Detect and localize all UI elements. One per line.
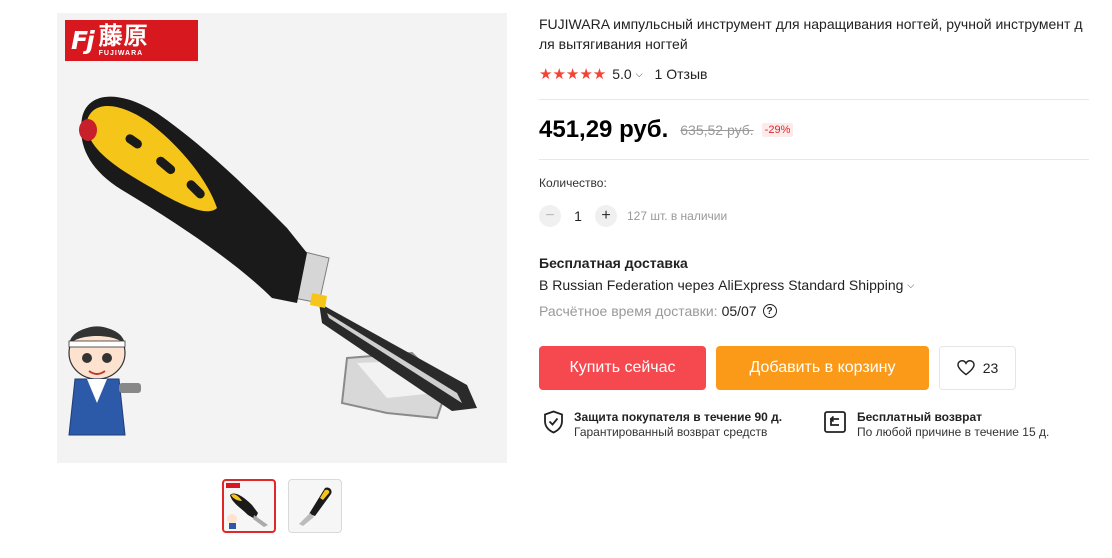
heart-icon bbox=[956, 360, 975, 376]
quantity-plus-button[interactable]: + bbox=[595, 205, 617, 227]
quantity-minus-button[interactable]: − bbox=[539, 205, 561, 227]
stock-count: 127 шт. в наличии bbox=[627, 209, 728, 223]
delivery-estimate: Расчётное время доставки: 05/07 ? bbox=[539, 303, 777, 319]
delivery-date: 05/07 bbox=[721, 303, 757, 319]
thumbnail-2[interactable] bbox=[288, 479, 342, 533]
current-price: 451,29 руб. bbox=[539, 116, 669, 143]
wishlist-count: 23 bbox=[982, 360, 999, 376]
return-arrow-icon bbox=[824, 411, 846, 433]
thumbnail-2-image bbox=[299, 487, 332, 526]
quantity-stepper: − 1 + 127 шт. в наличии bbox=[539, 205, 727, 227]
brand-logo-mark: Fj bbox=[71, 26, 95, 55]
product-title: FUJIWARA импульсный инструмент для наращ… bbox=[539, 16, 1083, 52]
price-row: 451,29 руб. 635,52 руб. -29% bbox=[539, 116, 794, 144]
shipping-method[interactable]: В Russian Federation через AliExpress St… bbox=[539, 277, 914, 293]
rating-row: ★★★★★ 5.0 ⌵ 1 Отзыв bbox=[539, 65, 1090, 83]
shield-check-icon bbox=[544, 410, 563, 434]
divider bbox=[539, 99, 1089, 100]
quantity-value[interactable]: 1 bbox=[561, 208, 595, 224]
reviews-link[interactable]: 1 Отзыв bbox=[655, 66, 708, 82]
shipping-title: Бесплатная доставка bbox=[539, 255, 688, 271]
buyer-protection: Защита покупателя в течение 90 д. Гарант… bbox=[543, 410, 782, 440]
divider bbox=[539, 159, 1089, 160]
delivery-label: Расчётное время доставки: bbox=[539, 303, 718, 319]
buy-now-button[interactable]: Купить сейчас bbox=[539, 346, 706, 390]
rating-value[interactable]: 5.0 bbox=[612, 66, 631, 82]
shipping-route[interactable]: В Russian Federation через AliExpress St… bbox=[539, 277, 903, 293]
chevron-down-icon[interactable]: ⌵ bbox=[907, 280, 914, 291]
brand-logo-cn: 藤原 bbox=[98, 22, 149, 50]
wishlist-button[interactable]: 23 bbox=[939, 346, 1016, 390]
rating-stars: ★★★★★ bbox=[539, 66, 607, 83]
free-return-title: Бесплатный возврат bbox=[857, 410, 983, 424]
question-circle-icon[interactable]: ? bbox=[762, 304, 777, 318]
brand-logo: Fj 藤原 FUJIWARA bbox=[65, 20, 198, 61]
add-to-cart-button[interactable]: Добавить в корзину bbox=[716, 346, 929, 390]
main-product-image[interactable]: Fj 藤原 FUJIWARA bbox=[57, 13, 507, 463]
mascot-image bbox=[68, 326, 141, 436]
discount-badge: -29% bbox=[761, 123, 794, 137]
thumbnail-list bbox=[222, 479, 342, 533]
thumbnail-1-image bbox=[226, 483, 268, 529]
buyer-protection-subtitle: Гарантированный возврат средств bbox=[574, 425, 768, 439]
product-info: FUJIWARA импульсный инструмент для наращ… bbox=[539, 14, 1090, 83]
quantity-label: Количество: bbox=[539, 176, 607, 190]
thumbnail-1[interactable] bbox=[222, 479, 276, 533]
free-return-subtitle: По любой причине в течение 15 д. bbox=[857, 425, 1050, 439]
chevron-down-icon[interactable]: ⌵ bbox=[636, 69, 643, 80]
old-price: 635,52 руб. bbox=[680, 122, 754, 138]
buyer-protection-title: Защита покупателя в течение 90 д. bbox=[574, 410, 783, 424]
free-return: Бесплатный возврат По любой причине в те… bbox=[823, 410, 1049, 440]
brand-logo-en: FUJIWARA bbox=[98, 50, 144, 57]
